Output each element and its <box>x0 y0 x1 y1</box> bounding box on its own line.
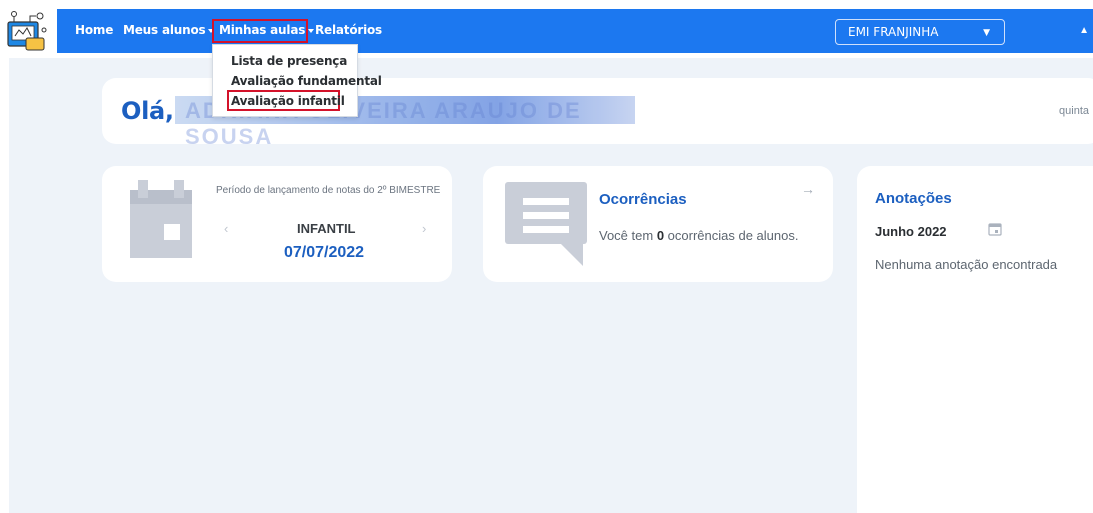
minhas-aulas-dropdown: Lista de presença Avaliação fundamental … <box>212 44 382 117</box>
period-card: Período de lançamento de notas do 2º BIM… <box>102 166 452 282</box>
ocorrencias-text-before: Você tem <box>599 228 657 243</box>
ocorrencias-count: 0 <box>656 228 665 243</box>
calendar-icon[interactable] <box>988 222 1002 241</box>
menu-item-lista-presenca[interactable]: Lista de presença <box>231 54 347 68</box>
nav-meus-alunos-menu[interactable]: Meus alunos <box>123 23 215 37</box>
arrow-right-icon[interactable]: → <box>801 181 815 197</box>
ocorrencias-text-after: ocorrências de alunos. <box>664 228 799 243</box>
nav-minhas-aulas-label: Minhas aulas <box>219 23 306 37</box>
chat-bubble-icon <box>505 182 587 271</box>
anotacoes-month: Junho 2022 <box>875 224 947 239</box>
calendar-icon <box>130 180 192 265</box>
chevron-left-icon[interactable]: ‹ <box>224 221 228 236</box>
top-header: Home Meus alunos Minhas aulas Relatórios… <box>0 0 1093 58</box>
chevron-right-icon[interactable]: › <box>422 221 426 236</box>
ocorrencias-title: Ocorrências <box>599 191 687 208</box>
school-select[interactable]: EMI FRANJINHA ▼ <box>835 19 1005 45</box>
ocorrencias-text: Você tem 0 ocorrências de alunos. <box>599 228 799 243</box>
greeting-text: Olá, <box>121 97 174 125</box>
nav-relatorios-label: Relatórios <box>315 23 382 37</box>
nav-minhas-aulas-menu[interactable]: Minhas aulas <box>219 23 315 37</box>
period-description: Período de lançamento de notas do 2º BIM… <box>216 185 441 196</box>
current-date: quinta <box>1059 105 1089 117</box>
period-date: 07/07/2022 <box>284 244 365 261</box>
app-logo-icon[interactable] <box>6 8 50 54</box>
nav-meus-alunos-label: Meus alunos <box>123 23 206 37</box>
period-segment: INFANTIL <box>297 221 356 236</box>
chevron-down-icon: ▼ <box>983 28 990 38</box>
anotacoes-empty-message: Nenhuma anotação encontrada <box>875 257 1058 272</box>
nav-edge-cutoff: ▲ <box>1079 25 1089 36</box>
menu-item-avaliacao-fundamental[interactable]: Avaliação fundamental <box>231 74 382 88</box>
chevron-down-icon <box>308 28 315 33</box>
school-select-value: EMI FRANJINHA <box>848 25 939 39</box>
menu-item-avaliacao-infantil[interactable]: Avaliação infantil <box>231 94 345 108</box>
nav-relatorios-link[interactable]: Relatórios <box>315 23 382 37</box>
nav-home-label: Home <box>75 23 114 37</box>
ocorrencias-card[interactable]: Ocorrências → Você tem 0 ocorrências de … <box>483 166 833 282</box>
anotacoes-title: Anotações <box>875 190 952 207</box>
anotacoes-card: Anotações Junho 2022 Nenhuma anotação en… <box>857 166 1093 513</box>
nav-home-link[interactable]: Home <box>75 23 113 37</box>
